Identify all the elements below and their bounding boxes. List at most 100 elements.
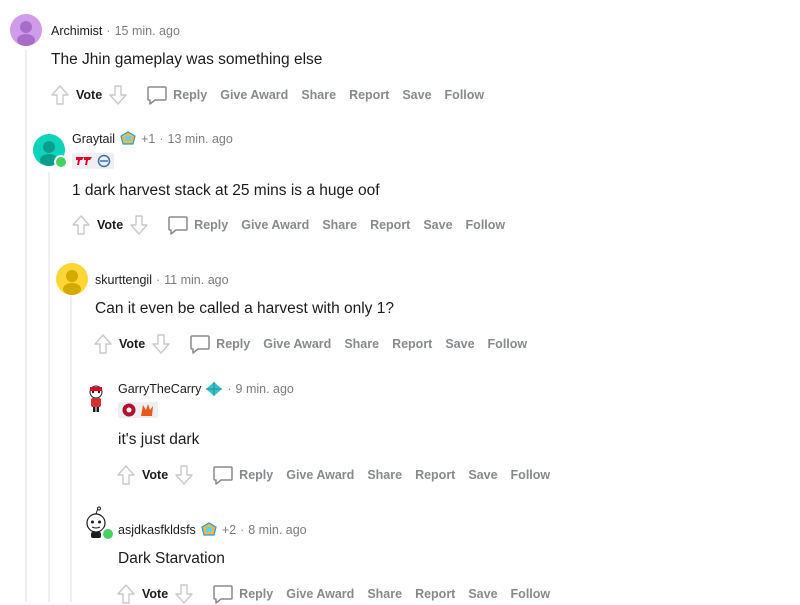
follow-button[interactable]: Follow — [466, 218, 506, 232]
reply-button[interactable]: Reply — [212, 584, 273, 604]
reply-button[interactable]: Reply — [167, 215, 228, 235]
report-label: Report — [370, 218, 411, 232]
save-button[interactable]: Save — [468, 468, 497, 482]
award-icon[interactable] — [119, 131, 137, 147]
comment-body: 1 dark harvest stack at 25 mins is a hug… — [72, 182, 380, 199]
meta-separator: · — [159, 132, 164, 146]
avatar[interactable] — [56, 263, 88, 295]
meta-separator: · — [227, 382, 232, 396]
online-status-dot — [101, 527, 115, 541]
save-button[interactable]: Save — [445, 337, 474, 351]
thread-line-level-1[interactable] — [48, 172, 50, 602]
report-label: Report — [392, 337, 433, 351]
comment-body: The Jhin gameplay was something else — [51, 51, 323, 68]
reply-button[interactable]: Reply — [146, 85, 207, 105]
report-label: Report — [415, 587, 456, 601]
follow-button[interactable]: Follow — [511, 587, 551, 601]
share-label: Share — [367, 587, 403, 601]
share-button[interactable]: Share — [367, 587, 402, 601]
upvote-icon[interactable] — [116, 464, 136, 486]
timestamp[interactable]: 15 min. ago — [115, 24, 180, 38]
reply-button[interactable]: Reply — [212, 465, 273, 485]
user-flair — [72, 153, 114, 169]
report-button[interactable]: Report — [392, 337, 432, 351]
follow-button[interactable]: Follow — [511, 468, 551, 482]
reply-bubble-icon — [167, 215, 189, 235]
share-label: Share — [344, 337, 380, 351]
follow-button[interactable]: Follow — [488, 337, 528, 351]
username[interactable]: Graytail — [72, 132, 115, 146]
comment-body: Can it even be called a harvest with onl… — [95, 300, 394, 317]
username[interactable]: Archimist — [51, 24, 102, 38]
give-award-button[interactable]: Give Award — [286, 587, 354, 601]
upvote-icon[interactable] — [71, 214, 91, 236]
upvote-icon[interactable] — [50, 84, 70, 106]
timestamp[interactable]: 13 min. ago — [168, 132, 233, 146]
save-button[interactable]: Save — [468, 587, 497, 601]
vote-label: Vote — [119, 337, 146, 351]
save-button[interactable]: Save — [423, 218, 452, 232]
meta-separator: · — [240, 523, 245, 537]
report-button[interactable]: Report — [415, 468, 455, 482]
avatar[interactable] — [10, 14, 42, 46]
reply-label: Reply — [239, 468, 274, 482]
follow-button[interactable]: Follow — [445, 88, 485, 102]
downvote-icon[interactable] — [151, 333, 171, 355]
save-label: Save — [423, 218, 453, 232]
report-button[interactable]: Report — [349, 88, 389, 102]
share-button[interactable]: Share — [344, 337, 379, 351]
vote-label: Vote — [142, 468, 169, 482]
give-award-button[interactable]: Give Award — [220, 88, 288, 102]
comment-body: it's just dark — [118, 431, 200, 448]
share-button[interactable]: Share — [367, 468, 402, 482]
reply-label: Reply — [173, 88, 208, 102]
follow-label: Follow — [444, 88, 485, 102]
give-award-label: Give Award — [241, 218, 310, 232]
flair-icon — [118, 402, 158, 418]
share-button[interactable]: Share — [301, 88, 336, 102]
upvote-icon[interactable] — [93, 333, 113, 355]
downvote-icon[interactable] — [129, 214, 149, 236]
share-label: Share — [301, 88, 337, 102]
timestamp[interactable]: 11 min. ago — [164, 273, 228, 287]
reply-label: Reply — [239, 587, 274, 601]
avatar[interactable] — [80, 506, 115, 541]
give-award-label: Give Award — [220, 88, 289, 102]
thread-line-level-2[interactable] — [70, 296, 72, 602]
username[interactable]: GarryTheCarry — [118, 382, 201, 396]
reply-label: Reply — [216, 337, 251, 351]
save-label: Save — [468, 468, 498, 482]
reply-bubble-icon — [189, 334, 211, 354]
comment-body: Dark Starvation — [118, 550, 225, 567]
downvote-icon[interactable] — [108, 84, 128, 106]
share-label: Share — [367, 468, 403, 482]
avatar[interactable] — [33, 134, 68, 169]
award-icon[interactable] — [200, 522, 218, 538]
follow-label: Follow — [510, 587, 551, 601]
save-button[interactable]: Save — [402, 88, 431, 102]
share-button[interactable]: Share — [322, 218, 357, 232]
award-icon[interactable] — [205, 381, 223, 397]
thread-line-level-0[interactable] — [25, 50, 27, 602]
comment-actions: Vote Reply Give Award Share Report Save … — [50, 84, 497, 106]
vote-label: Vote — [142, 587, 169, 601]
report-button[interactable]: Report — [370, 218, 410, 232]
reply-button[interactable]: Reply — [189, 334, 250, 354]
vote-label: Vote — [76, 88, 103, 102]
downvote-icon[interactable] — [174, 464, 194, 486]
give-award-button[interactable]: Give Award — [286, 468, 354, 482]
timestamp[interactable]: 9 min. ago — [236, 382, 294, 396]
timestamp[interactable]: 8 min. ago — [248, 523, 306, 537]
share-label: Share — [322, 218, 358, 232]
report-button[interactable]: Report — [415, 587, 455, 601]
avatar[interactable] — [80, 383, 112, 415]
give-award-label: Give Award — [286, 468, 355, 482]
username[interactable]: skurttengil — [95, 273, 152, 287]
username[interactable]: asjdkasfkldsfs — [118, 523, 196, 537]
reply-bubble-icon — [212, 584, 234, 604]
reply-bubble-icon — [146, 85, 168, 105]
save-label: Save — [402, 88, 432, 102]
save-label: Save — [445, 337, 475, 351]
give-award-button[interactable]: Give Award — [263, 337, 331, 351]
give-award-button[interactable]: Give Award — [241, 218, 309, 232]
